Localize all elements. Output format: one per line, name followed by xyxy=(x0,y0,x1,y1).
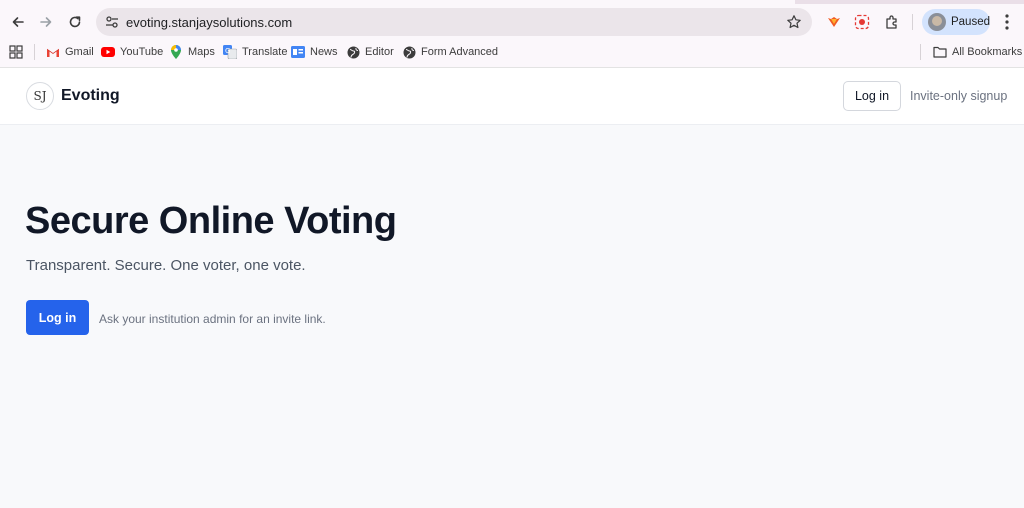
reload-button[interactable] xyxy=(62,9,88,35)
bookmark-label: Gmail xyxy=(65,46,94,58)
site-logo[interactable]: SJ xyxy=(26,82,54,110)
tab-strip xyxy=(0,0,1024,4)
bookmark-editor[interactable]: Editor xyxy=(346,43,394,61)
page-content: SJ Evoting Log in Invite-only signup Sec… xyxy=(0,68,1024,508)
globe-icon xyxy=(346,45,360,59)
extension-brave-icon[interactable] xyxy=(824,12,844,32)
extensions-puzzle-icon[interactable] xyxy=(882,12,902,32)
svg-text:G: G xyxy=(225,47,230,55)
maps-icon xyxy=(169,45,183,59)
bookmark-gmail[interactable]: Gmail xyxy=(46,43,94,61)
translate-icon: G xyxy=(223,45,237,59)
youtube-icon xyxy=(101,45,115,59)
bookmark-translate[interactable]: G Translate xyxy=(223,43,287,61)
hero-subtitle: Transparent. Secure. One voter, one vote… xyxy=(26,257,306,274)
brand-name[interactable]: Evoting xyxy=(61,87,120,105)
extension-record-icon[interactable] xyxy=(852,12,872,32)
gmail-icon xyxy=(46,45,60,59)
all-bookmarks-label: All Bookmarks xyxy=(952,46,1023,58)
globe-icon xyxy=(402,45,416,59)
invite-signup-link[interactable]: Invite-only signup xyxy=(910,89,1007,103)
all-bookmarks-button[interactable]: All Bookmarks xyxy=(933,43,1022,61)
page-title: Secure Online Voting xyxy=(25,200,397,242)
invite-note: Ask your institution admin for an invite… xyxy=(99,312,326,326)
reload-icon xyxy=(69,16,81,28)
bookmark-label: YouTube xyxy=(120,46,164,58)
bookmark-label: Maps xyxy=(188,46,215,58)
more-menu-icon[interactable] xyxy=(998,12,1016,32)
address-bar[interactable]: evoting.stanjaysolutions.com xyxy=(96,8,812,36)
bookmark-youtube[interactable]: YouTube xyxy=(101,43,163,61)
bookmark-label: Translate xyxy=(242,46,288,58)
arrow-right-icon xyxy=(40,17,52,27)
apps-button[interactable] xyxy=(9,43,23,61)
apps-grid-icon xyxy=(9,45,23,59)
bookmark-label: Editor xyxy=(365,46,394,58)
bookmark-star-icon[interactable] xyxy=(786,14,802,30)
login-button[interactable]: Log in xyxy=(26,300,89,335)
toolbar-divider xyxy=(912,14,913,30)
url-text[interactable]: evoting.stanjaysolutions.com xyxy=(126,15,292,30)
browser-chrome: evoting.stanjaysolutions.com Paused Gmai… xyxy=(0,0,1024,68)
arrow-left-icon xyxy=(12,17,24,27)
bookmark-maps[interactable]: Maps xyxy=(169,43,215,61)
logo-monogram: SJ xyxy=(33,89,47,103)
profile-status-label: Paused xyxy=(950,16,990,28)
news-icon xyxy=(291,45,305,59)
bookmark-news[interactable]: News xyxy=(291,43,338,61)
profile-button[interactable]: Paused xyxy=(922,9,990,35)
browser-toolbar: evoting.stanjaysolutions.com Paused xyxy=(0,6,1024,38)
header-login-button[interactable]: Log in xyxy=(843,81,901,111)
site-settings-icon[interactable] xyxy=(104,14,120,30)
folder-icon xyxy=(933,45,947,59)
bookmarks-divider xyxy=(34,44,35,60)
avatar xyxy=(928,13,946,31)
bookmarks-divider xyxy=(920,44,921,60)
bookmark-label: Form Advanced xyxy=(421,46,499,58)
site-header: SJ Evoting Log in Invite-only signup xyxy=(0,68,1024,125)
active-tab[interactable] xyxy=(0,0,795,4)
forward-button[interactable] xyxy=(33,9,59,35)
bookmark-form-advanced[interactable]: Form Advanced xyxy=(402,43,498,61)
bookmarks-bar: Gmail YouTube Maps G Translate News Edit… xyxy=(0,41,1024,63)
bookmark-label: News xyxy=(310,46,338,58)
back-button[interactable] xyxy=(5,9,31,35)
